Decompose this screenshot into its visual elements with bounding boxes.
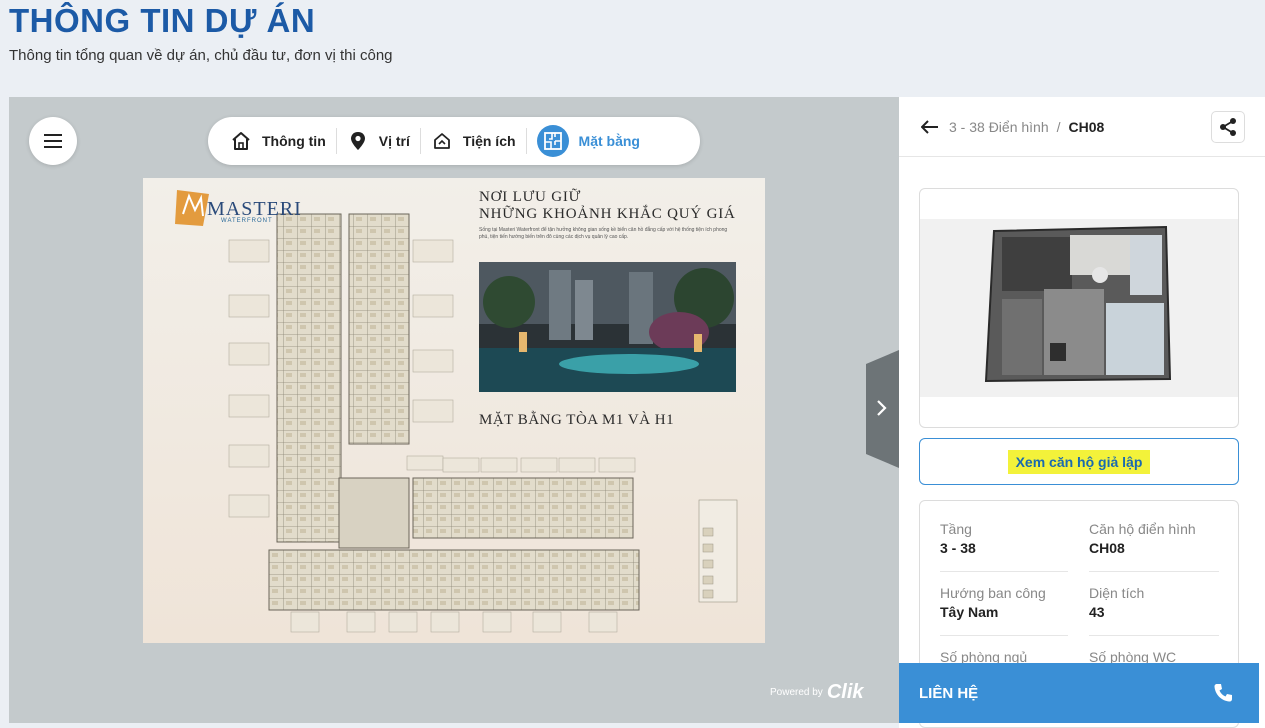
collapse-panel-button[interactable] (866, 350, 899, 468)
detail-divider (940, 635, 1068, 636)
page-subtitle: Thông tin tổng quan về dự án, chủ đầu tư… (9, 47, 393, 64)
detail-divider (940, 571, 1068, 572)
apartment-3d-thumbnail[interactable] (919, 188, 1239, 428)
contact-button[interactable]: LIÊN HỆ (899, 663, 1259, 723)
detail-area: Diện tích 43 (1089, 585, 1219, 620)
floorplan-viewer: Thông tin Vị trí Tiện ích Mặt bằng MASTE… (9, 97, 899, 723)
plan-heading-line1: NƠI LƯU GIỮ (479, 189, 582, 205)
tab-label: Thông tin (262, 133, 326, 149)
panel-header: 3 - 38 Điển hình / CH08 (899, 97, 1265, 157)
detail-balcony-direction: Hướng ban công Tây Nam (940, 585, 1070, 620)
plan-body-text: Sống tại Masteri Waterfront để tận hưởng… (479, 227, 728, 240)
tab-label: Vị trí (378, 133, 410, 149)
apartment-panel: 3 - 38 Điển hình / CH08 Xem căn hộ giả l… (899, 97, 1265, 728)
detail-divider (1089, 571, 1219, 572)
plan-heading-line2: NHỮNG KHOẢNH KHẮC QUÝ GIÁ (479, 206, 736, 222)
floorplan-image[interactable]: MASTERI WATERFRONT NƠI LƯU GIỮ NHỮNG KHO… (143, 178, 765, 643)
phone-icon (1214, 684, 1232, 702)
view-simulation-label: Xem căn hộ giả lập (1007, 449, 1151, 474)
page-title: THÔNG TIN DỰ ÁN (9, 2, 316, 39)
detail-label: Căn hộ điển hình (1089, 521, 1196, 537)
powered-by: Powered by Clik (770, 681, 864, 704)
detail-label: Hướng ban công (940, 585, 1046, 601)
viewer-tabs: Thông tin Vị trí Tiện ích Mặt bằng (208, 117, 700, 165)
clik-logo: Clik (826, 681, 864, 703)
logo-tagline: WATERFRONT (221, 218, 273, 224)
powered-by-text: Powered by (770, 687, 823, 698)
tab-vi-tri[interactable]: Vị trí (337, 126, 420, 156)
detail-value: 3 - 38 (940, 540, 976, 556)
detail-value: 43 (1089, 604, 1105, 620)
hamburger-menu-icon (44, 134, 62, 148)
tab-label: Tiện ích (462, 133, 516, 149)
view-simulation-button[interactable]: Xem căn hộ giả lập (919, 438, 1239, 485)
apartment-3d-image (984, 225, 1172, 383)
location-pin-icon (347, 130, 369, 152)
menu-button[interactable] (29, 117, 77, 165)
home-icon (230, 130, 252, 152)
detail-label: Tầng (940, 521, 972, 537)
detail-apartment-type: Căn hộ điển hình CH08 (1089, 521, 1219, 556)
detail-label: Diện tích (1089, 585, 1145, 601)
floorplan-icon (536, 125, 569, 157)
breadcrumb-parent[interactable]: 3 - 38 Điển hình (949, 119, 1049, 135)
thumbnail-background (920, 219, 1238, 397)
tab-mat-bang[interactable]: Mặt bằng (527, 125, 650, 157)
share-icon (1220, 118, 1236, 136)
detail-divider (1089, 635, 1219, 636)
plan-heading: NƠI LƯU GIỮ NHỮNG KHOẢNH KHẮC QUÝ GIÁ (479, 189, 736, 223)
plan-caption: MẶT BẰNG TÒA M1 VÀ H1 (479, 412, 675, 428)
tab-thong-tin[interactable]: Thông tin (220, 126, 336, 156)
detail-value: Tây Nam (940, 604, 999, 620)
tab-tien-ich[interactable]: Tiện ích (421, 126, 526, 156)
breadcrumb-separator: / (1056, 118, 1061, 135)
back-arrow-icon[interactable] (919, 116, 941, 138)
contact-label: LIÊN HỆ (919, 684, 979, 702)
tab-label: Mặt bằng (578, 133, 640, 149)
detail-value: CH08 (1089, 540, 1125, 556)
detail-floor: Tầng 3 - 38 (940, 521, 1070, 556)
project-photo (479, 262, 736, 392)
breadcrumb-current: CH08 (1068, 118, 1105, 135)
floorplan-drawing (228, 213, 738, 633)
amenity-house-icon (431, 130, 453, 152)
share-button[interactable] (1211, 111, 1245, 143)
chevron-right-icon (877, 400, 887, 416)
